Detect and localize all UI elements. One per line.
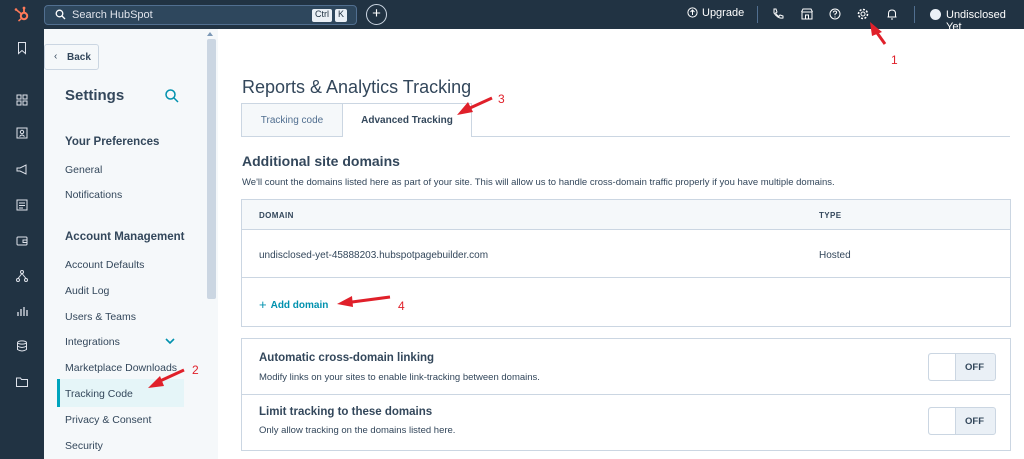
annotation-arrow-4 <box>337 295 391 307</box>
annotation-number-1: 1 <box>891 53 898 67</box>
annotation-arrow-3 <box>457 96 493 115</box>
annotation-number-2: 2 <box>192 363 199 377</box>
annotation-arrow-1 <box>870 22 887 45</box>
annotation-number-4: 4 <box>398 299 405 313</box>
annotation-arrows <box>148 22 887 388</box>
annotation-number-3: 3 <box>498 92 505 106</box>
annotation-arrow-2 <box>148 368 185 388</box>
